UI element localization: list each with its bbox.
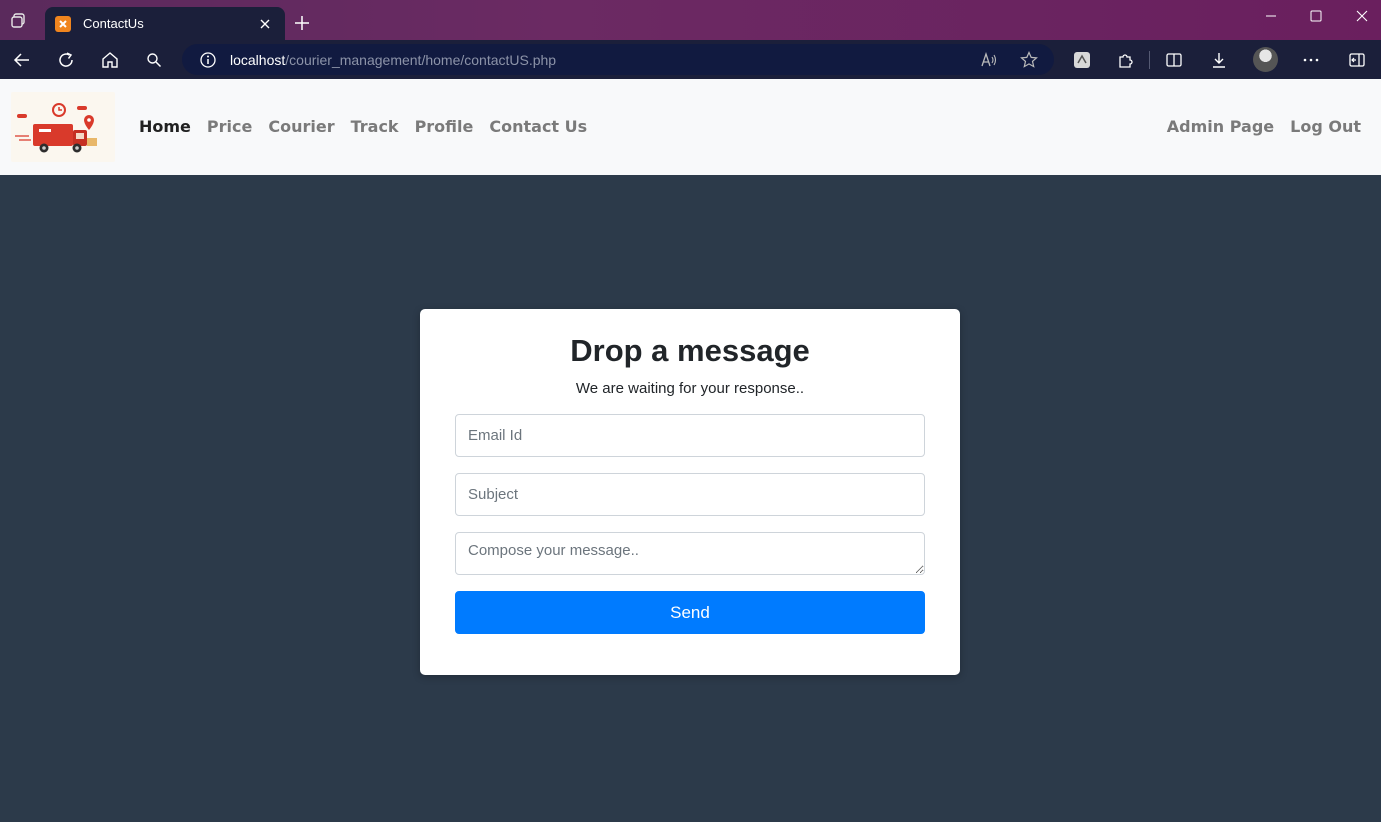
new-tab-icon[interactable]	[291, 12, 313, 34]
contact-form-card: Drop a message We are waiting for your r…	[420, 309, 960, 675]
form-heading: Drop a message	[570, 333, 810, 368]
email-input[interactable]	[455, 414, 925, 457]
url-bar[interactable]: localhost/courier_management/home/contac…	[182, 44, 1054, 75]
nav-link-contact-us[interactable]: Contact Us	[489, 117, 587, 136]
send-button[interactable]: Send	[455, 591, 925, 634]
home-icon[interactable]	[98, 48, 122, 72]
nav-link-log-out[interactable]: Log Out	[1290, 117, 1361, 136]
refresh-icon[interactable]	[54, 48, 78, 72]
nav-link-home[interactable]: Home	[139, 117, 191, 136]
site-navbar: Home Price Courier Track Profile Contact…	[0, 79, 1381, 175]
read-aloud-icon[interactable]	[977, 48, 1001, 72]
xampp-favicon-icon	[55, 15, 71, 32]
nav-link-price[interactable]: Price	[207, 117, 252, 136]
downloads-icon[interactable]	[1207, 48, 1231, 72]
more-menu-icon[interactable]	[1299, 48, 1323, 72]
nav-link-track[interactable]: Track	[351, 117, 399, 136]
tab-title: ContactUs	[83, 16, 144, 31]
close-window-icon[interactable]	[1347, 4, 1377, 28]
workspaces-icon[interactable]	[8, 10, 30, 32]
form-subheading: We are waiting for your response..	[575, 380, 805, 397]
browser-address-bar: localhost/courier_management/home/contac…	[0, 40, 1381, 79]
favorite-star-icon[interactable]	[1017, 48, 1041, 72]
courier-logo[interactable]	[11, 92, 115, 162]
minimize-icon[interactable]	[1256, 4, 1286, 28]
message-textarea[interactable]	[455, 532, 925, 575]
profile-avatar[interactable]	[1253, 47, 1278, 72]
back-icon[interactable]	[10, 48, 34, 72]
primary-nav: Home Price Courier Track Profile Contact…	[139, 117, 587, 136]
subject-input[interactable]	[455, 473, 925, 516]
split-screen-icon[interactable]	[1162, 48, 1186, 72]
close-tab-icon[interactable]	[255, 14, 275, 34]
browser-tab-bar: ContactUs	[0, 0, 1381, 40]
url-path: /courier_management/home/contactUS.php	[285, 51, 557, 68]
maximize-icon[interactable]	[1301, 4, 1331, 28]
search-icon[interactable]	[142, 48, 166, 72]
url-text: localhost/courier_management/home/contac…	[230, 52, 556, 68]
extension-app-icon[interactable]	[1070, 48, 1094, 72]
url-host: localhost	[230, 51, 286, 68]
secondary-nav: Admin Page Log Out	[1167, 117, 1361, 136]
site-info-icon[interactable]	[196, 48, 220, 72]
extensions-puzzle-icon[interactable]	[1114, 48, 1138, 72]
nav-link-admin-page[interactable]: Admin Page	[1167, 117, 1274, 136]
browser-tab[interactable]: ContactUs	[45, 7, 285, 40]
nav-link-profile[interactable]: Profile	[415, 117, 474, 136]
toolbar-separator	[1149, 51, 1150, 69]
nav-link-courier[interactable]: Courier	[268, 117, 334, 136]
sidebar-toggle-icon[interactable]	[1345, 48, 1369, 72]
